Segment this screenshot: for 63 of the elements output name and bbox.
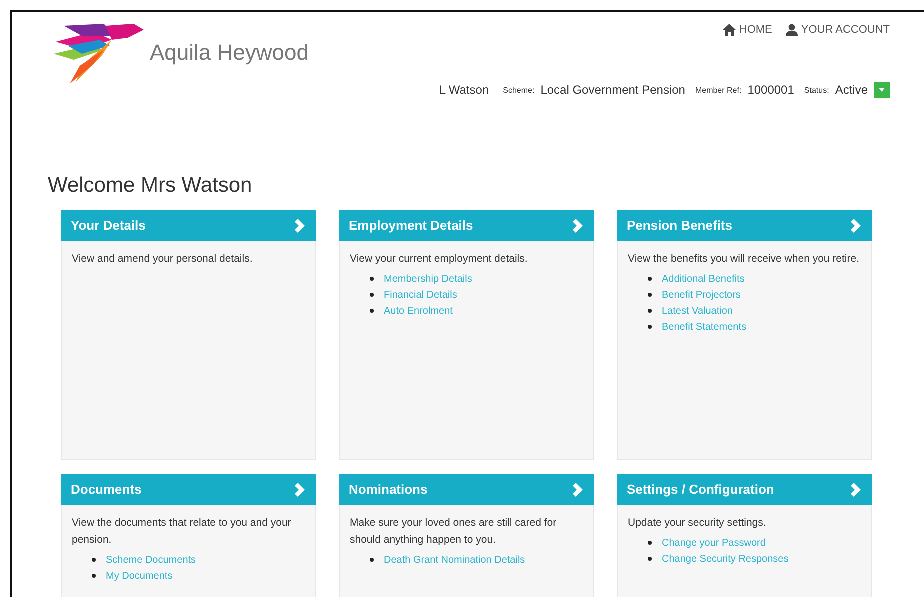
card-description: View your current employment details. xyxy=(350,252,529,267)
scheme-label: Scheme: xyxy=(503,86,535,94)
chevron-right-icon xyxy=(572,218,584,232)
card-link[interactable]: Membership Details xyxy=(384,274,472,284)
scheme-value: Local Government Pension xyxy=(540,83,686,97)
card-description: Update your security settings. xyxy=(628,516,768,531)
bullet-icon xyxy=(370,277,374,281)
card-title: Documents xyxy=(71,482,142,497)
brand-name: Aquila Heywood xyxy=(150,40,309,66)
bullet-icon xyxy=(370,293,374,297)
member-ref-value: 1000001 xyxy=(748,83,794,97)
caret-icon xyxy=(879,88,885,92)
status-value: Active xyxy=(835,83,868,97)
nav-link[interactable]: YOUR ACCOUNT xyxy=(786,24,890,36)
member-ref-label: Member Ref: xyxy=(695,86,742,94)
card-description: View and amend your personal details. xyxy=(72,252,254,267)
chevron-right-icon xyxy=(850,482,862,496)
user-icon xyxy=(786,24,798,36)
card-link[interactable]: My Documents xyxy=(106,570,173,582)
card-link[interactable]: Benefit Statements xyxy=(662,322,746,332)
status-dropdown-button[interactable] xyxy=(874,82,890,98)
bullet-icon xyxy=(92,574,96,578)
bullet-icon xyxy=(92,558,96,562)
status-label: Status: xyxy=(804,86,830,94)
member-name: L Watson xyxy=(439,83,490,97)
card-link[interactable]: Scheme Documents xyxy=(106,554,196,566)
card-description: View the benefits you will receive when you retire. xyxy=(628,252,860,267)
card-link[interactable]: Change Security Responses xyxy=(662,554,789,564)
card-link[interactable]: Death Grant Nomination Details xyxy=(384,554,526,566)
card-description: Make sure your loved ones are still cared for should anything happen to you. xyxy=(350,516,558,548)
chevron-right-icon xyxy=(850,218,862,232)
card-header[interactable]: Documents xyxy=(61,474,316,505)
home-icon xyxy=(723,24,736,36)
bullet-icon xyxy=(370,558,374,562)
bullet-icon xyxy=(648,557,652,561)
bullet-icon xyxy=(648,325,652,329)
card-link[interactable]: Change your Password xyxy=(662,538,766,548)
card-header[interactable]: Settings / Configuration xyxy=(617,474,872,505)
bullet-icon xyxy=(370,309,374,313)
nav-link[interactable]: HOME xyxy=(723,24,772,36)
chevron-right-icon xyxy=(572,482,584,496)
card-title: Your Details xyxy=(71,218,146,233)
card-header[interactable]: Nominations xyxy=(339,474,594,505)
card-link[interactable]: Latest Valuation xyxy=(662,306,733,316)
bullet-icon xyxy=(648,309,652,313)
bullet-icon xyxy=(648,293,652,297)
card-link[interactable]: Auto Enrolment xyxy=(384,306,453,316)
card-link[interactable]: Additional Benefits xyxy=(662,274,745,284)
welcome-heading: Welcome Mrs Watson xyxy=(48,174,254,198)
card-header[interactable]: Employment Details xyxy=(339,210,594,241)
bullet-icon xyxy=(648,277,652,281)
bullet-icon xyxy=(648,541,652,545)
card-title: Nominations xyxy=(349,482,428,497)
chevron-right-icon xyxy=(294,218,306,232)
card-header[interactable]: Your Details xyxy=(61,210,316,241)
card-title: Employment Details xyxy=(349,218,474,233)
card-description: View the documents that relate to you and your pension. xyxy=(72,516,292,548)
chevron-right-icon xyxy=(294,482,306,496)
card-title: Settings / Configuration xyxy=(627,482,774,497)
card-link[interactable]: Financial Details xyxy=(384,290,458,300)
card-title: Pension Benefits xyxy=(627,218,732,233)
card-header[interactable]: Pension Benefits xyxy=(617,210,872,241)
card-link[interactable]: Benefit Projectors xyxy=(662,290,741,300)
